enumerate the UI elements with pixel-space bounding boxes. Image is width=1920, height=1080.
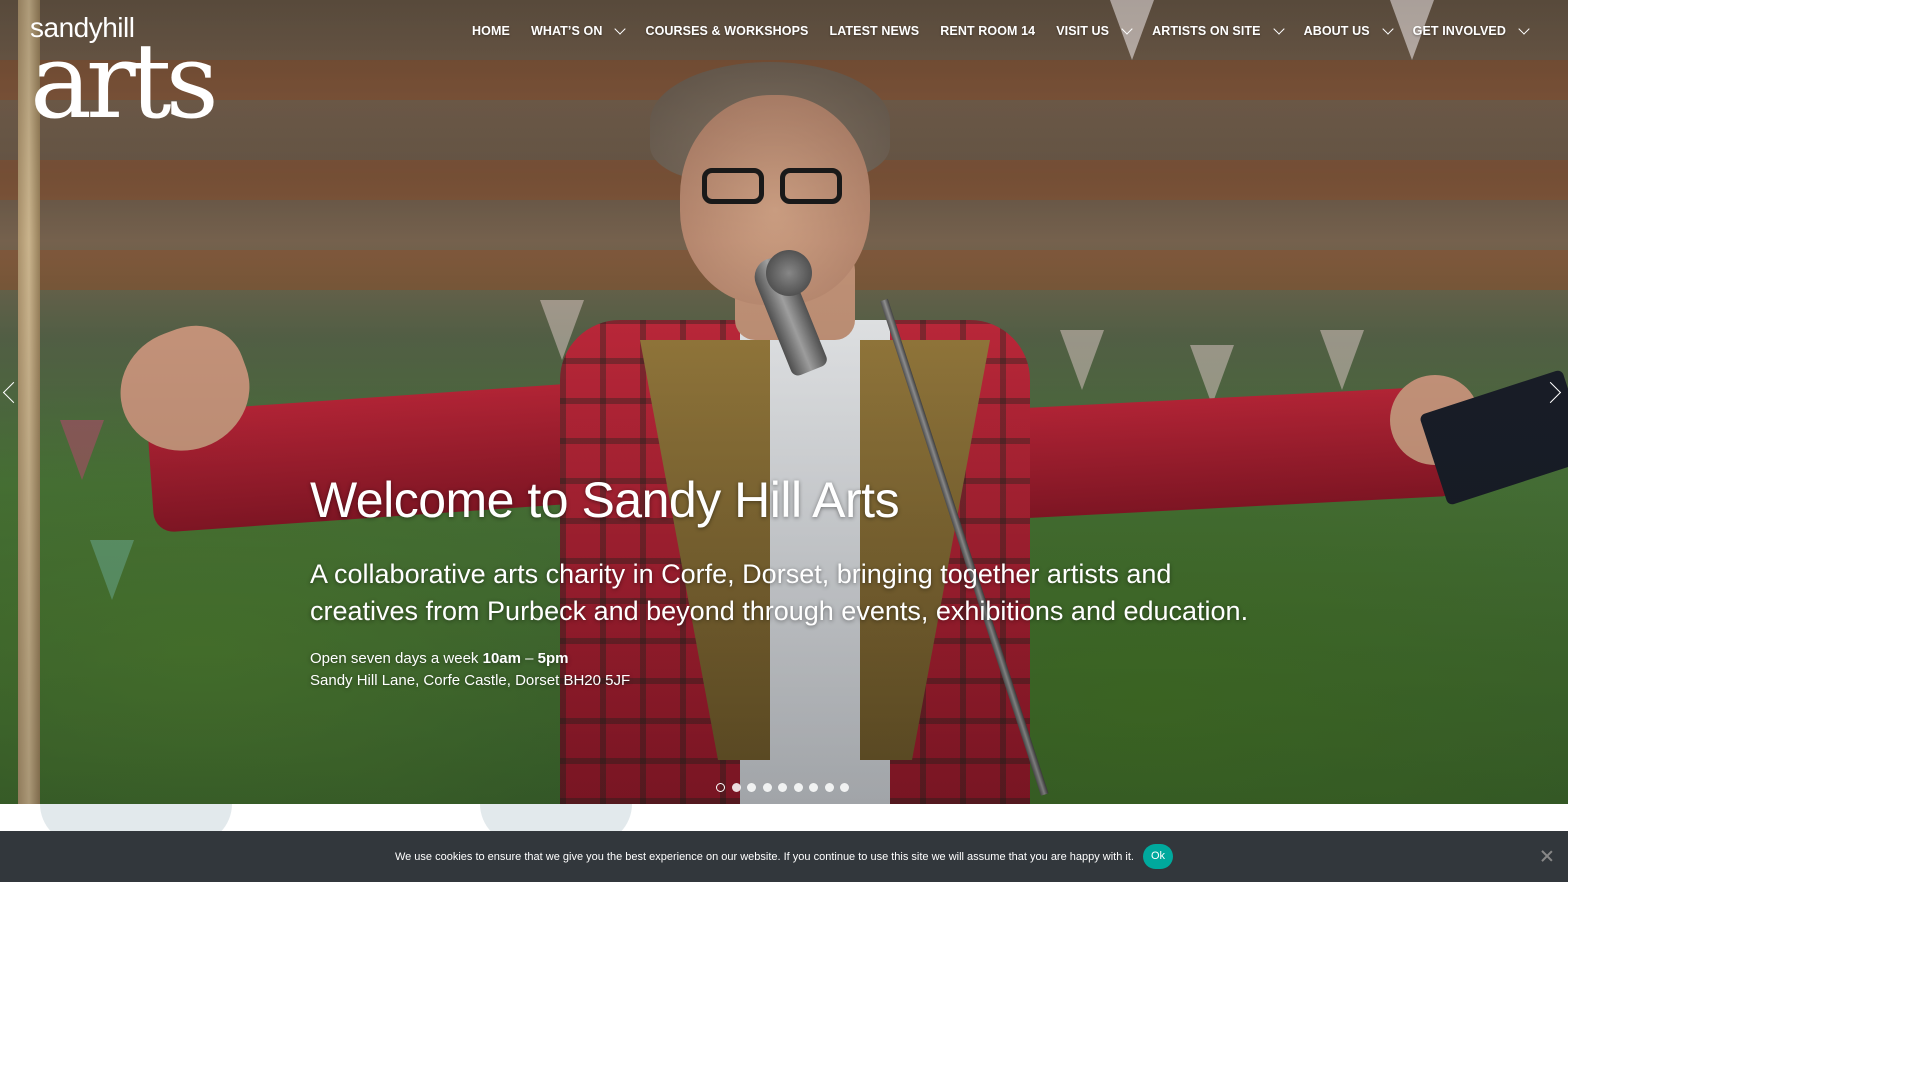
cookie-ok-button[interactable]: Ok — [1142, 844, 1174, 869]
main-nav: HOME WHAT’S ON COURSES & WORKSHOPS LATES… — [451, 23, 1530, 38]
slider-dot[interactable] — [747, 783, 756, 792]
slider-dot[interactable] — [762, 783, 772, 792]
hours-separator: – — [525, 650, 534, 667]
nav-label: VISIT US — [1056, 24, 1110, 38]
hours-open: 10am — [482, 650, 521, 667]
slider-dot[interactable] — [716, 783, 725, 792]
nav-label: LATEST NEWS — [829, 24, 920, 38]
opening-hours: Open seven days a week 10am – 5pm — [310, 648, 1270, 670]
chevron-down-icon[interactable] — [1381, 23, 1394, 35]
nav-label: WHAT’S ON — [530, 24, 603, 38]
nav-item-rent-room-14[interactable]: RENT ROOM 14 — [940, 24, 1035, 38]
nav-label: ARTISTS ON SITE — [1152, 24, 1261, 38]
nav-item-whats-on[interactable]: WHAT’S ON — [530, 23, 627, 38]
hero-title: Welcome to Sandy Hill Arts — [310, 472, 900, 528]
hero-subtitle: A collaborative arts charity in Corfe, D… — [310, 559, 1249, 626]
slider-dot[interactable] — [824, 783, 834, 792]
chevron-down-icon[interactable] — [614, 23, 627, 35]
slider-dot[interactable] — [809, 783, 818, 792]
nav-label: GET INVOLVED — [1412, 24, 1506, 38]
chevron-down-icon[interactable] — [1121, 23, 1133, 35]
nav-item-visit-us[interactable]: VISIT US — [1056, 23, 1133, 38]
cookie-text: We use cookies to ensure that we give yo… — [394, 850, 1134, 863]
nav-label: COURSES & WORKSHOPS — [645, 24, 809, 38]
close-icon[interactable] — [1540, 849, 1554, 863]
address: Sandy Hill Lane, Corfe Castle, Dorset BH… — [310, 672, 631, 689]
slider-dot[interactable] — [731, 783, 741, 792]
chevron-down-icon[interactable] — [1272, 23, 1285, 35]
nav-label: ABOUT US — [1303, 24, 1370, 38]
slider-pagination — [716, 783, 856, 792]
nav-label: RENT ROOM 14 — [940, 24, 1036, 38]
site-logo[interactable]: sandyhill arts — [30, 14, 219, 142]
hero-slider: sandyhill arts HOME WHAT’S ON COURSES & … — [0, 0, 1568, 804]
nav-label: HOME — [472, 24, 510, 38]
nav-item-courses-workshops[interactable]: COURSES & WORKSHOPS — [645, 24, 808, 38]
hero-caption: Welcome to Sandy Hill Arts A collaborati… — [310, 470, 1270, 692]
slider-dot[interactable] — [840, 783, 849, 792]
hours-close: 5pm — [537, 650, 569, 667]
slider-dot[interactable] — [793, 783, 803, 792]
opening-info: Open seven days a week 10am – 5pm Sandy … — [310, 648, 1270, 692]
hours-prefix: Open seven days a week — [310, 650, 479, 667]
nav-item-get-involved[interactable]: GET INVOLVED — [1412, 23, 1530, 38]
nav-item-home[interactable]: HOME — [472, 24, 510, 38]
chevron-down-icon[interactable] — [1518, 23, 1530, 35]
nav-item-latest-news[interactable]: LATEST NEWS — [829, 24, 919, 38]
slider-dot[interactable] — [778, 783, 787, 792]
nav-item-artists-on-site[interactable]: ARTISTS ON SITE — [1152, 23, 1285, 38]
nav-item-about-us[interactable]: ABOUT US — [1303, 23, 1394, 38]
logo-main-text: arts — [30, 20, 219, 142]
cookie-notice: We use cookies to ensure that we give yo… — [0, 831, 1568, 882]
